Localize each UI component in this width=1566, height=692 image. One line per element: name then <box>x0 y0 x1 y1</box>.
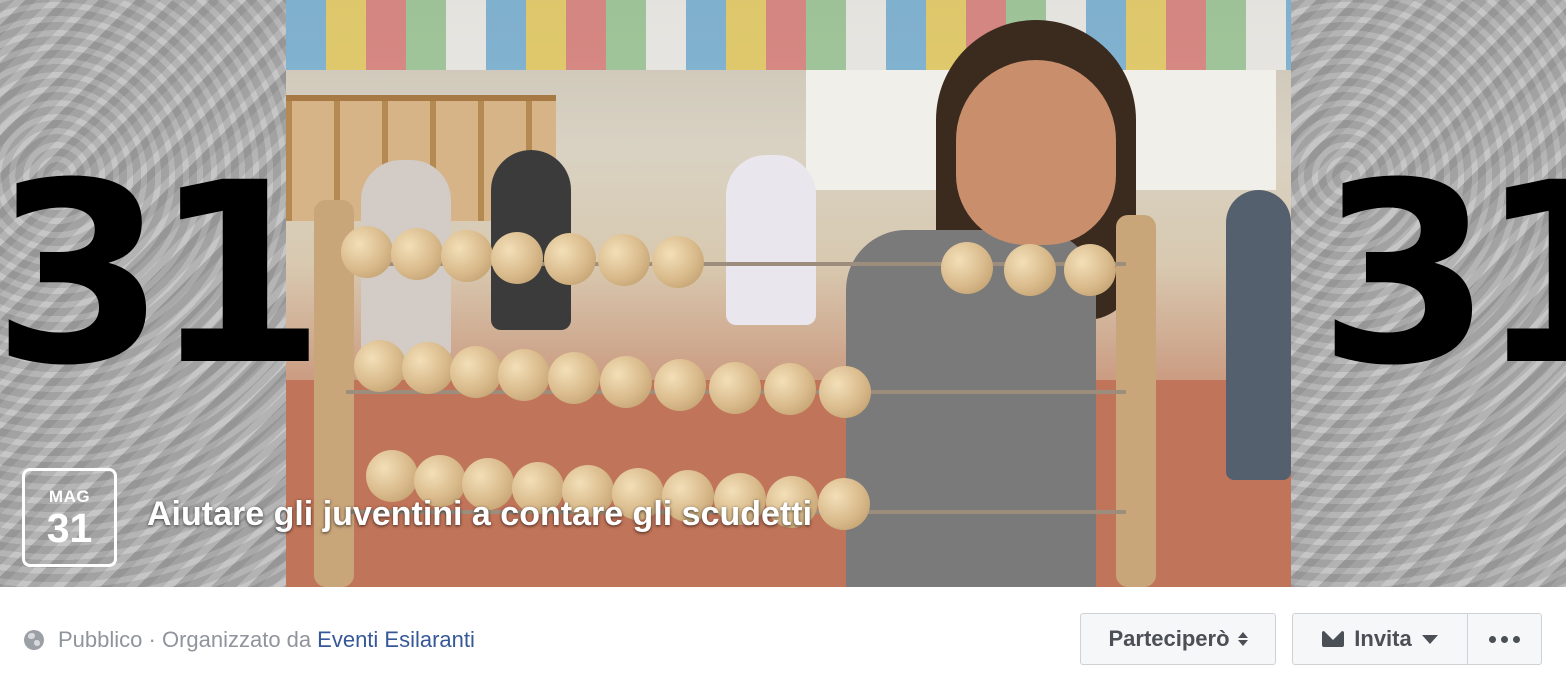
abacus-bead <box>491 232 543 284</box>
abacus-bead <box>764 363 816 415</box>
abacus-bead <box>709 362 761 414</box>
abacus-bead <box>1004 244 1056 296</box>
more-dots-icon <box>1489 635 1520 643</box>
updown-icon <box>1237 632 1248 646</box>
abacus-bead <box>341 226 393 278</box>
event-meta: Pubblico · Organizzato da Eventi Esilara… <box>24 627 475 653</box>
wall-drawings <box>286 0 1291 70</box>
going-button[interactable]: Parteciperò <box>1080 613 1276 665</box>
cover-photo[interactable]: 31 31 MAG 31 Aiutare gli juventini a con… <box>0 0 1566 587</box>
abacus-bead <box>391 228 443 280</box>
organized-by-label: Organizzato da <box>161 627 312 652</box>
abacus-bead <box>498 349 550 401</box>
abacus-bead <box>441 230 493 282</box>
event-page: 31 31 MAG 31 Aiutare gli juventini a con… <box>0 0 1566 692</box>
cover-big-number-left: 31 <box>0 129 326 420</box>
invite-button[interactable]: Invita <box>1292 613 1468 665</box>
abacus-bead <box>818 478 870 530</box>
abacus-bead <box>941 242 993 294</box>
child-figure <box>1226 190 1291 480</box>
abacus-bead <box>354 340 406 392</box>
abacus-bead <box>600 356 652 408</box>
event-title: Aiutare gli juventini a contare gli scud… <box>147 495 813 533</box>
more-options-button[interactable] <box>1467 613 1542 665</box>
caret-down-icon <box>1421 634 1438 644</box>
organizer-link[interactable]: Eventi Esilaranti <box>317 627 475 653</box>
privacy-label: Pubblico <box>58 627 143 652</box>
event-date-badge: MAG 31 <box>22 468 117 567</box>
person-face <box>956 60 1116 245</box>
abacus-bead <box>598 234 650 286</box>
meta-separator: · <box>142 627 162 652</box>
abacus-bead <box>654 359 706 411</box>
abacus-bead <box>544 233 596 285</box>
abacus-bead <box>450 346 502 398</box>
abacus-bead <box>548 352 600 404</box>
abacus-bead <box>652 236 704 288</box>
cover-big-number-right: 31 <box>1318 129 1566 420</box>
abacus-bead <box>819 366 871 418</box>
globe-icon <box>24 630 44 650</box>
mail-icon <box>1322 631 1345 647</box>
abacus-bead <box>402 342 454 394</box>
abacus-frame-right <box>1116 215 1156 587</box>
event-date-day: 31 <box>46 505 93 551</box>
going-button-label: Parteciperò <box>1108 626 1230 651</box>
event-date-month: MAG <box>48 487 91 506</box>
abacus-bead <box>1064 244 1116 296</box>
child-figure <box>726 155 816 325</box>
event-action-bar: Pubblico · Organizzato da Eventi Esilara… <box>0 587 1566 692</box>
invite-button-label: Invita <box>1354 626 1412 651</box>
